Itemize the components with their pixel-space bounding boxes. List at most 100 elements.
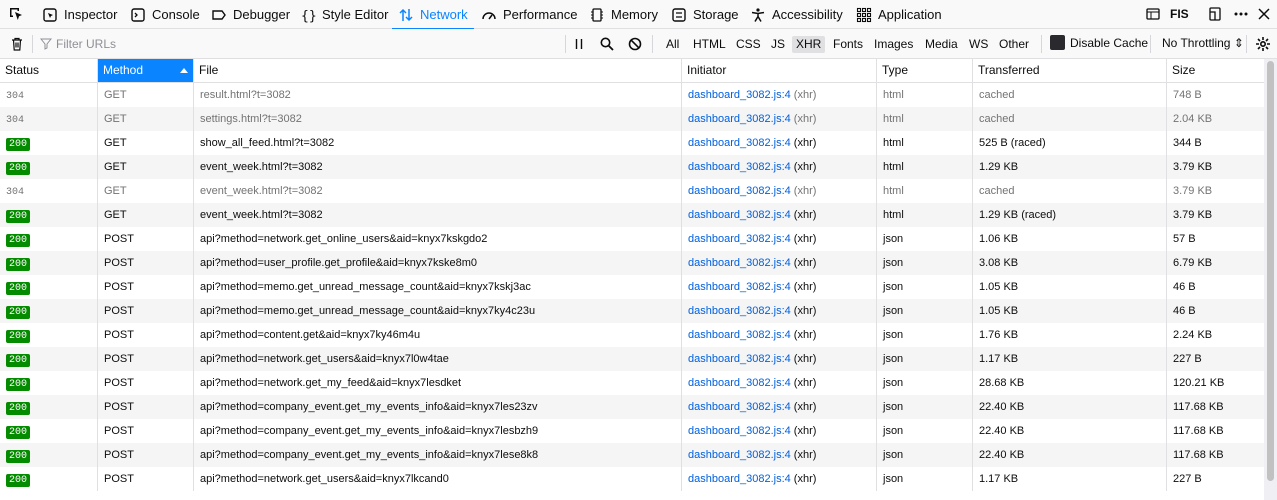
initiator-link[interactable]: dashboard_3082.js:4 xyxy=(688,281,791,293)
cell-initiator: dashboard_3082.js:4 (xhr) xyxy=(682,347,877,371)
cell-method: POST xyxy=(98,299,194,323)
table-row[interactable]: 200 POST api?method=company_event.get_my_e… xyxy=(0,419,1264,443)
fis-panel-icon[interactable] xyxy=(1145,6,1161,22)
cell-size: 117.68 KB xyxy=(1173,425,1224,437)
table-row[interactable]: 304 GET event_week.html?t=3082 dashboard_30… xyxy=(0,179,1264,203)
cell-status: 200 xyxy=(0,347,98,371)
table-row[interactable]: 200 POST api?method=memo.get_unread_messag… xyxy=(0,299,1264,323)
table-row[interactable]: 200 POST api?method=company_event.get_my_e… xyxy=(0,443,1264,467)
table-row[interactable]: 200 POST api?method=network.get_users&aid=… xyxy=(0,467,1264,491)
cell-type: json xyxy=(877,227,973,251)
tab-accessibility[interactable]: Accessibility xyxy=(750,0,843,29)
filter-css[interactable]: CSS xyxy=(732,36,765,53)
column-header-status[interactable]: Status xyxy=(0,59,98,82)
initiator-link[interactable]: dashboard_3082.js:4 xyxy=(688,329,791,341)
more-options-icon[interactable] xyxy=(1233,6,1249,22)
scrollbar-thumb[interactable] xyxy=(1267,61,1274,481)
initiator-link[interactable]: dashboard_3082.js:4 xyxy=(688,473,791,485)
filter-other[interactable]: Other xyxy=(995,36,1033,53)
table-row[interactable]: 200 GET event_week.html?t=3082 dashboard_30… xyxy=(0,203,1264,227)
filter-js[interactable]: JS xyxy=(767,36,789,53)
fis-label[interactable]: FIS xyxy=(1170,0,1189,29)
initiator-link[interactable]: dashboard_3082.js:4 xyxy=(688,425,791,437)
gear-icon[interactable] xyxy=(1255,36,1271,52)
filter-ws[interactable]: WS xyxy=(965,36,992,53)
filter-images[interactable]: Images xyxy=(870,36,917,53)
cell-initiator: dashboard_3082.js:4 (xhr) xyxy=(682,323,877,347)
initiator-link[interactable]: dashboard_3082.js:4 xyxy=(688,377,791,389)
tab-storage[interactable]: Storage xyxy=(671,0,739,29)
table-row[interactable]: 200 POST api?method=company_event.get_my_e… xyxy=(0,395,1264,419)
initiator-link[interactable]: dashboard_3082.js:4 xyxy=(688,113,791,125)
column-header-file[interactable]: File xyxy=(194,59,682,82)
cell-status: 200 xyxy=(0,299,98,323)
table-row[interactable]: 304 GET settings.html?t=3082 dashboard_3082… xyxy=(0,107,1264,131)
filter-xhr[interactable]: XHR xyxy=(792,36,826,53)
tab-network[interactable]: Network xyxy=(392,0,474,30)
initiator-link[interactable]: dashboard_3082.js:4 xyxy=(688,401,791,413)
filter-media[interactable]: Media xyxy=(921,36,962,53)
initiator-link[interactable]: dashboard_3082.js:4 xyxy=(688,89,791,101)
table-row[interactable]: 200 POST api?method=network.get_users&aid=… xyxy=(0,347,1264,371)
initiator-link[interactable]: dashboard_3082.js:4 xyxy=(688,353,791,365)
cell-transferred: 1.17 KB xyxy=(973,347,1167,371)
storage-icon xyxy=(672,7,686,22)
search-icon[interactable] xyxy=(599,36,615,52)
tab-label: Performance xyxy=(503,7,578,22)
status-badge: 200 xyxy=(6,402,31,415)
trash-icon[interactable] xyxy=(9,36,25,52)
initiator-cause: (xhr) xyxy=(790,281,817,293)
tab-memory[interactable]: Memory xyxy=(589,0,658,29)
tab-console[interactable]: Console xyxy=(130,0,200,29)
block-icon[interactable] xyxy=(627,36,643,52)
initiator-link[interactable]: dashboard_3082.js:4 xyxy=(688,185,791,197)
filter-urls-input[interactable] xyxy=(40,33,576,55)
throttling-select[interactable]: No Throttling ⇕ xyxy=(1162,36,1244,50)
scrollbar[interactable] xyxy=(1264,59,1277,500)
cell-size: 46 B xyxy=(1173,281,1196,293)
column-header-method[interactable]: Method xyxy=(98,59,194,82)
table-row[interactable]: 200 POST api?method=network.get_online_use… xyxy=(0,227,1264,251)
initiator-link[interactable]: dashboard_3082.js:4 xyxy=(688,137,791,149)
tab-application[interactable]: Application xyxy=(856,0,942,29)
pause-icon[interactable] xyxy=(571,36,587,52)
dock-toggle-icon[interactable] xyxy=(1207,6,1223,22)
table-row[interactable]: 200 POST api?method=network.get_my_feed&ai… xyxy=(0,371,1264,395)
cell-type: json xyxy=(877,419,973,443)
tab-performance[interactable]: Performance xyxy=(481,0,577,29)
cell-transferred: 1.06 KB xyxy=(973,227,1167,251)
initiator-cause: (xhr) xyxy=(790,305,817,317)
cell-transferred: 1.29 KB xyxy=(973,155,1167,179)
column-header-size[interactable]: Size xyxy=(1167,59,1264,82)
table-row[interactable]: 304 GET result.html?t=3082 dashboard_3082.j… xyxy=(0,83,1264,107)
initiator-link[interactable]: dashboard_3082.js:4 xyxy=(688,449,791,461)
table-row[interactable]: 200 POST api?method=content.get&aid=knyx7k… xyxy=(0,323,1264,347)
tab-style-editor[interactable]: {} Style Editor xyxy=(300,0,388,29)
table-row[interactable]: 200 GET event_week.html?t=3082 dashboard_30… xyxy=(0,155,1264,179)
column-header-transferred[interactable]: Transferred xyxy=(973,59,1167,82)
cell-type: json xyxy=(877,443,973,467)
initiator-link[interactable]: dashboard_3082.js:4 xyxy=(688,257,791,269)
disable-cache-checkbox[interactable] xyxy=(1050,35,1065,50)
filter-html[interactable]: HTML xyxy=(689,36,730,53)
column-header-type[interactable]: Type xyxy=(877,59,973,82)
column-header-initiator[interactable]: Initiator xyxy=(682,59,877,82)
debugger-icon xyxy=(212,9,226,20)
close-icon[interactable] xyxy=(1256,6,1272,22)
filter-fonts[interactable]: Fonts xyxy=(829,36,867,53)
table-row[interactable]: 200 GET show_all_feed.html?t=3082 dashboard… xyxy=(0,131,1264,155)
cell-type: json xyxy=(877,347,973,371)
element-picker-icon[interactable] xyxy=(8,6,24,22)
cell-method: POST xyxy=(98,443,194,467)
tab-inspector[interactable]: Inspector xyxy=(42,0,117,29)
initiator-link[interactable]: dashboard_3082.js:4 xyxy=(688,305,791,317)
initiator-link[interactable]: dashboard_3082.js:4 xyxy=(688,233,791,245)
filter-all[interactable]: All xyxy=(662,36,683,53)
tab-label: Debugger xyxy=(233,7,291,22)
tab-debugger[interactable]: Debugger xyxy=(211,0,290,29)
table-row[interactable]: 200 POST api?method=user_profile.get_profi… xyxy=(0,251,1264,275)
table-row[interactable]: 200 POST api?method=memo.get_unread_messag… xyxy=(0,275,1264,299)
initiator-link[interactable]: dashboard_3082.js:4 xyxy=(688,161,791,173)
initiator-link[interactable]: dashboard_3082.js:4 xyxy=(688,209,791,221)
cell-type: json xyxy=(877,251,973,275)
